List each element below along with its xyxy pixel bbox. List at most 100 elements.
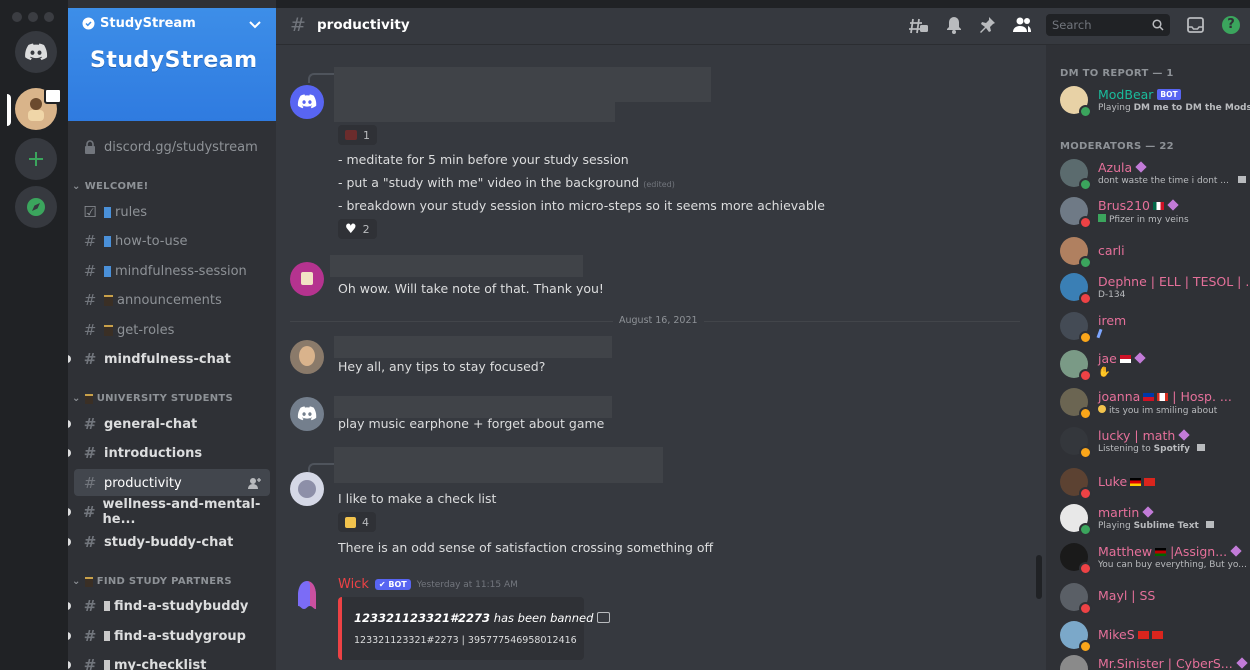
- member-item[interactable]: lucky | math Listening to Spotify: [1060, 425, 1246, 459]
- channel-study-buddy-chat[interactable]: # study-buddy-chat: [82, 530, 234, 554]
- add-server-button[interactable]: [15, 138, 57, 180]
- search-box[interactable]: Search: [1046, 14, 1170, 36]
- member-item[interactable]: MikeS: [1060, 619, 1246, 653]
- reaction-button[interactable]: 4: [338, 512, 376, 532]
- avatar[interactable]: [290, 85, 324, 119]
- channel-mindfulness-chat[interactable]: # mindfulness-chat: [82, 347, 231, 371]
- window-controls[interactable]: [12, 12, 54, 22]
- status-idle-icon: [1079, 446, 1092, 459]
- member-item[interactable]: irem: [1060, 310, 1246, 344]
- category-welcome[interactable]: ⌄ WELCOME!: [72, 181, 149, 192]
- channel-announcements[interactable]: # announcements: [82, 288, 222, 312]
- explore-servers-button[interactable]: [15, 186, 57, 228]
- member-item[interactable]: ModBear BOT Playing DM me to DM the Mods: [1060, 84, 1250, 118]
- reaction-button[interactable]: ♥ 2: [338, 219, 377, 239]
- book-icon: [104, 235, 111, 247]
- author-name[interactable]: Wick: [338, 577, 369, 592]
- home-button[interactable]: [15, 31, 57, 73]
- category-university-students[interactable]: ⌄ UNIVERSITY STUDENTS: [72, 393, 233, 404]
- channel-general-chat[interactable]: # general-chat: [82, 412, 197, 436]
- channel-find-a-studygroup[interactable]: # find-a-studygroup: [82, 624, 246, 648]
- member-item[interactable]: carli: [1060, 235, 1246, 269]
- channel-my-checklist[interactable]: # my-checklist: [82, 653, 206, 670]
- channel-productivity[interactable]: # productivity: [82, 471, 262, 495]
- member-category-header: DM TO REPORT — 1: [1060, 68, 1174, 79]
- avatar[interactable]: [290, 262, 324, 296]
- chevron-down-icon[interactable]: [249, 21, 261, 29]
- hash-icon: #: [83, 533, 97, 551]
- reply-connector: [308, 463, 334, 473]
- status-online-icon: [1079, 178, 1092, 191]
- edited-label: (edited): [643, 180, 675, 189]
- activity-prefix: Listening to: [1098, 444, 1154, 454]
- avatar-photo-icon: [299, 346, 315, 366]
- unread-indicator: [68, 508, 71, 516]
- inbox-icon[interactable]: [1187, 17, 1204, 33]
- unread-indicator: [68, 538, 71, 546]
- status-dnd-icon: [1079, 602, 1092, 615]
- message-text: There is an odd sense of satisfaction cr…: [338, 540, 714, 555]
- hammer-icon: [597, 612, 611, 623]
- bot-tag-label: BOT: [388, 580, 407, 589]
- message-header: Wick ✔ BOT Yesterday at 11:15 AM: [338, 577, 518, 592]
- channel-rules[interactable]: ☑ rules: [82, 200, 147, 224]
- invite-link[interactable]: discord.gg/studystream: [82, 135, 258, 159]
- member-name: Brus210: [1098, 198, 1179, 213]
- activity-name: DM me to DM the Mods: [1133, 103, 1250, 113]
- member-item[interactable]: Matthew |Assign... You can buy everythin…: [1060, 541, 1247, 575]
- channel-get-roles[interactable]: # get-roles: [82, 318, 175, 342]
- hash-icon: #: [82, 503, 96, 521]
- member-item[interactable]: Azula dont waste the time i dont ...: [1060, 157, 1246, 191]
- member-item[interactable]: Luke: [1060, 466, 1246, 500]
- channel-mindfulness-session[interactable]: # mindfulness-session: [82, 259, 247, 283]
- member-name: carli: [1098, 243, 1125, 258]
- category-find-study-partners[interactable]: ⌄ FIND STUDY PARTNERS: [72, 576, 232, 587]
- status-dnd-icon: [1079, 487, 1092, 500]
- status-dnd-icon: [1079, 562, 1092, 575]
- threads-icon[interactable]: [909, 17, 929, 35]
- member-item[interactable]: martin Playing Sublime Text: [1060, 502, 1246, 536]
- status-idle-icon: [1079, 640, 1092, 653]
- compass-icon: [27, 198, 45, 216]
- zoom-dot[interactable]: [44, 12, 54, 22]
- hash-icon: #: [83, 474, 97, 492]
- member-item[interactable]: Mr.Sinister | CyberS...: [1060, 653, 1248, 670]
- minimize-dot[interactable]: [28, 12, 38, 22]
- server-header[interactable]: StudyStream: [82, 16, 196, 31]
- nitro-boost-icon: [1236, 657, 1248, 669]
- member-activity: Playing DM me to DM the Mods: [1098, 103, 1250, 113]
- message-text: play music earphone + forget about game: [338, 416, 605, 431]
- member-item[interactable]: Mayl | SS: [1060, 581, 1246, 615]
- unread-indicator: [68, 449, 71, 457]
- chat-scrollbar[interactable]: [1036, 555, 1042, 599]
- member-item[interactable]: jae ✋: [1060, 348, 1246, 382]
- avatar[interactable]: [290, 340, 324, 374]
- invite-member-icon[interactable]: [248, 477, 261, 489]
- member-list-icon[interactable]: [1012, 17, 1032, 33]
- avatar[interactable]: [290, 578, 324, 612]
- help-icon[interactable]: ?: [1222, 16, 1240, 34]
- status-dnd-icon: [1079, 292, 1092, 305]
- reaction-button[interactable]: 1: [338, 125, 377, 145]
- wick-logo-icon: [298, 581, 316, 609]
- member-item[interactable]: joanna | Hosp. ... its you im smiling ab…: [1060, 386, 1246, 420]
- status-idle-icon: [1079, 331, 1092, 344]
- bell-icon[interactable]: [946, 16, 962, 34]
- graduation-cap-icon: [104, 324, 113, 336]
- member-activity: D-134: [1098, 290, 1126, 300]
- member-name: irem: [1098, 313, 1127, 328]
- avatar-anime-icon: [298, 480, 316, 498]
- avatar[interactable]: [290, 472, 324, 506]
- member-item[interactable]: Brus210 Pfizer in my veins: [1060, 195, 1246, 229]
- close-dot[interactable]: [12, 12, 22, 22]
- channel-how-to-use[interactable]: # how-to-use: [82, 229, 188, 253]
- member-item[interactable]: Dephne | ELL | TESOL | ... D-134: [1060, 271, 1250, 305]
- channel-find-a-studybuddy[interactable]: # find-a-studybuddy: [82, 594, 249, 618]
- avatar[interactable]: [290, 397, 324, 431]
- redacted-block: [334, 102, 615, 122]
- channel-introductions[interactable]: # introductions: [82, 441, 202, 465]
- graduation-cap-icon: [84, 576, 93, 587]
- channel-wellness-and-mental-health[interactable]: # wellness-and-mental-he...: [82, 497, 276, 527]
- activity-name: Sublime Text: [1133, 521, 1199, 531]
- pin-icon[interactable]: [978, 16, 996, 34]
